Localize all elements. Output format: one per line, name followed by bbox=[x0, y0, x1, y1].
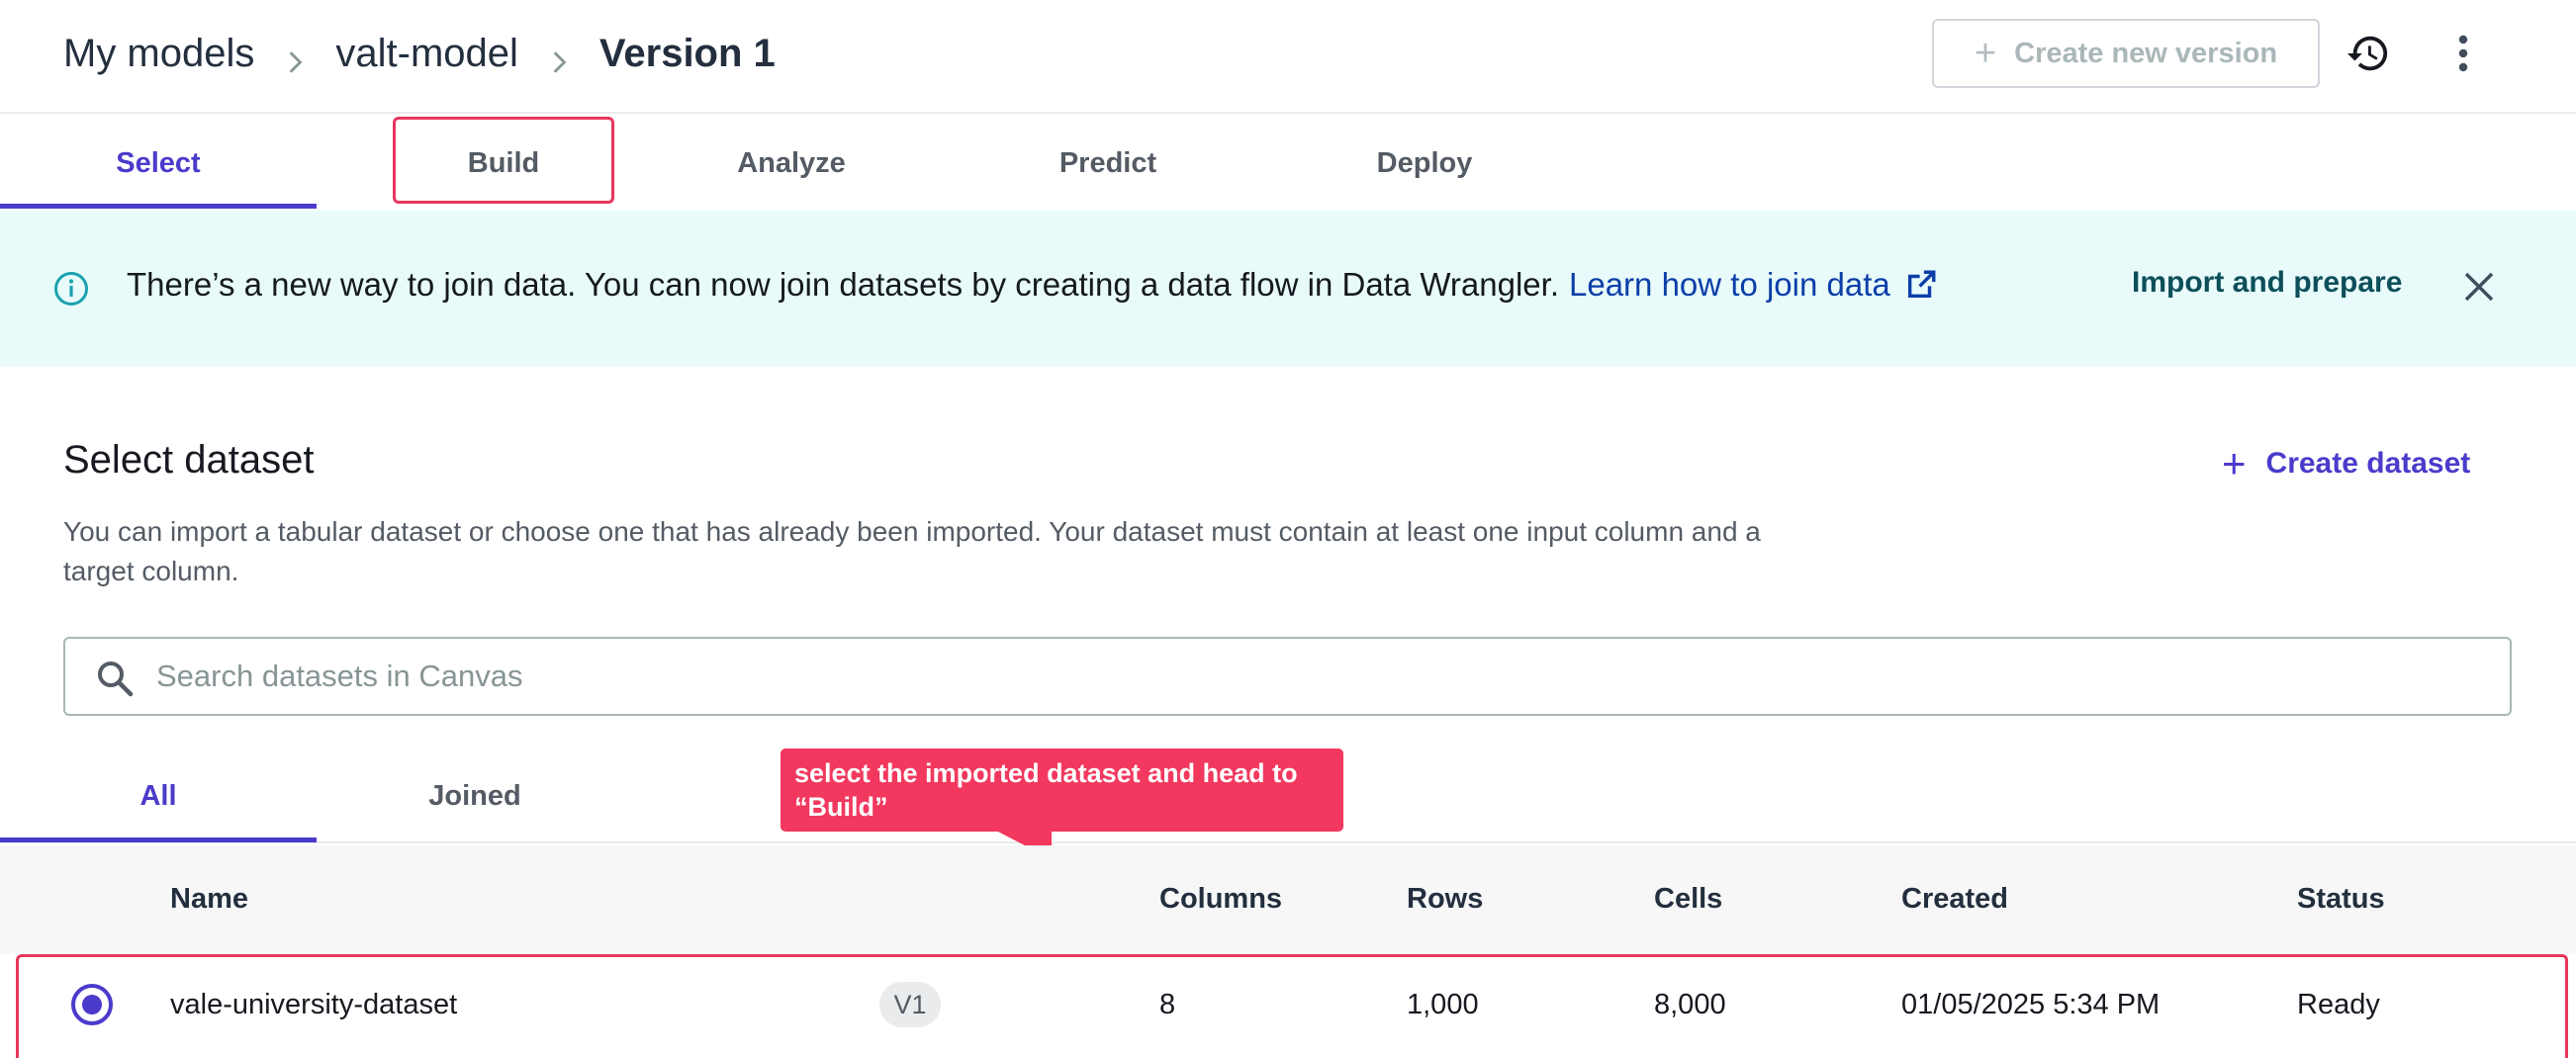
history-button[interactable] bbox=[2343, 28, 2394, 79]
build-tab-highlight bbox=[393, 117, 614, 204]
breadcrumb-current: Version 1 bbox=[598, 31, 776, 75]
banner-message: There’s a new way to join data. You can … bbox=[127, 266, 1938, 304]
column-header-name[interactable]: Name bbox=[170, 883, 248, 916]
create-new-version-label: Create new version bbox=[2014, 37, 2278, 69]
tab-predict[interactable]: Predict bbox=[989, 116, 1227, 211]
column-header-columns[interactable]: Columns bbox=[1159, 883, 1282, 916]
create-dataset-button[interactable]: + Create dataset bbox=[2222, 443, 2470, 485]
search-input[interactable] bbox=[156, 639, 2432, 714]
instruction-callout: select the imported dataset and head to … bbox=[781, 749, 1343, 832]
import-and-prepare-button[interactable]: Import and prepare bbox=[2132, 266, 2402, 300]
section-title: Select dataset bbox=[63, 438, 315, 482]
page-header: My models valt-model Version 1 + Create … bbox=[0, 0, 2576, 114]
tab-joined[interactable]: Joined bbox=[317, 754, 633, 838]
search-icon bbox=[98, 661, 134, 697]
plus-icon: + bbox=[1974, 33, 1997, 74]
history-icon bbox=[2346, 36, 2388, 71]
row-highlight bbox=[16, 954, 2568, 1058]
tab-select[interactable]: Select bbox=[0, 116, 317, 211]
banner-text: There’s a new way to join data. You can … bbox=[127, 266, 1559, 303]
breadcrumb-my-models[interactable]: My models bbox=[63, 32, 254, 76]
table-header: Name Columns Rows Cells Created Status bbox=[0, 845, 2576, 954]
tab-all[interactable]: All bbox=[0, 754, 317, 838]
more-options-button[interactable] bbox=[2443, 28, 2483, 79]
chevron-right-icon bbox=[282, 41, 308, 73]
learn-join-data-link[interactable]: Learn how to join data bbox=[1569, 266, 1938, 303]
column-header-status[interactable]: Status bbox=[2297, 883, 2385, 916]
section-description: You can import a tabular dataset or choo… bbox=[63, 516, 1761, 586]
main-tabs: Select Build Analyze Predict Deploy bbox=[0, 116, 2576, 211]
learn-join-data-label: Learn how to join data bbox=[1569, 266, 1890, 303]
more-vertical-icon bbox=[2458, 35, 2468, 72]
column-header-created[interactable]: Created bbox=[1901, 883, 2008, 916]
breadcrumb-model[interactable]: valt-model bbox=[335, 32, 518, 76]
tab-deploy[interactable]: Deploy bbox=[1306, 116, 1543, 211]
column-header-cells[interactable]: Cells bbox=[1654, 883, 1722, 916]
info-banner: There’s a new way to join data. You can … bbox=[0, 211, 2576, 367]
external-link-icon bbox=[1907, 270, 1936, 299]
plus-icon: + bbox=[2222, 440, 2247, 486]
create-new-version-button[interactable]: + Create new version bbox=[1932, 19, 2320, 88]
active-tab-indicator bbox=[0, 204, 317, 209]
chevron-right-icon bbox=[546, 41, 572, 73]
create-dataset-label: Create dataset bbox=[2265, 447, 2471, 480]
column-header-rows[interactable]: Rows bbox=[1407, 883, 1483, 916]
close-icon[interactable] bbox=[2461, 269, 2497, 305]
tab-analyze[interactable]: Analyze bbox=[673, 116, 910, 211]
search-box bbox=[63, 637, 2512, 716]
info-icon bbox=[54, 272, 88, 306]
active-subtab-indicator bbox=[0, 838, 317, 842]
breadcrumb: My models valt-model Version 1 bbox=[63, 26, 776, 81]
